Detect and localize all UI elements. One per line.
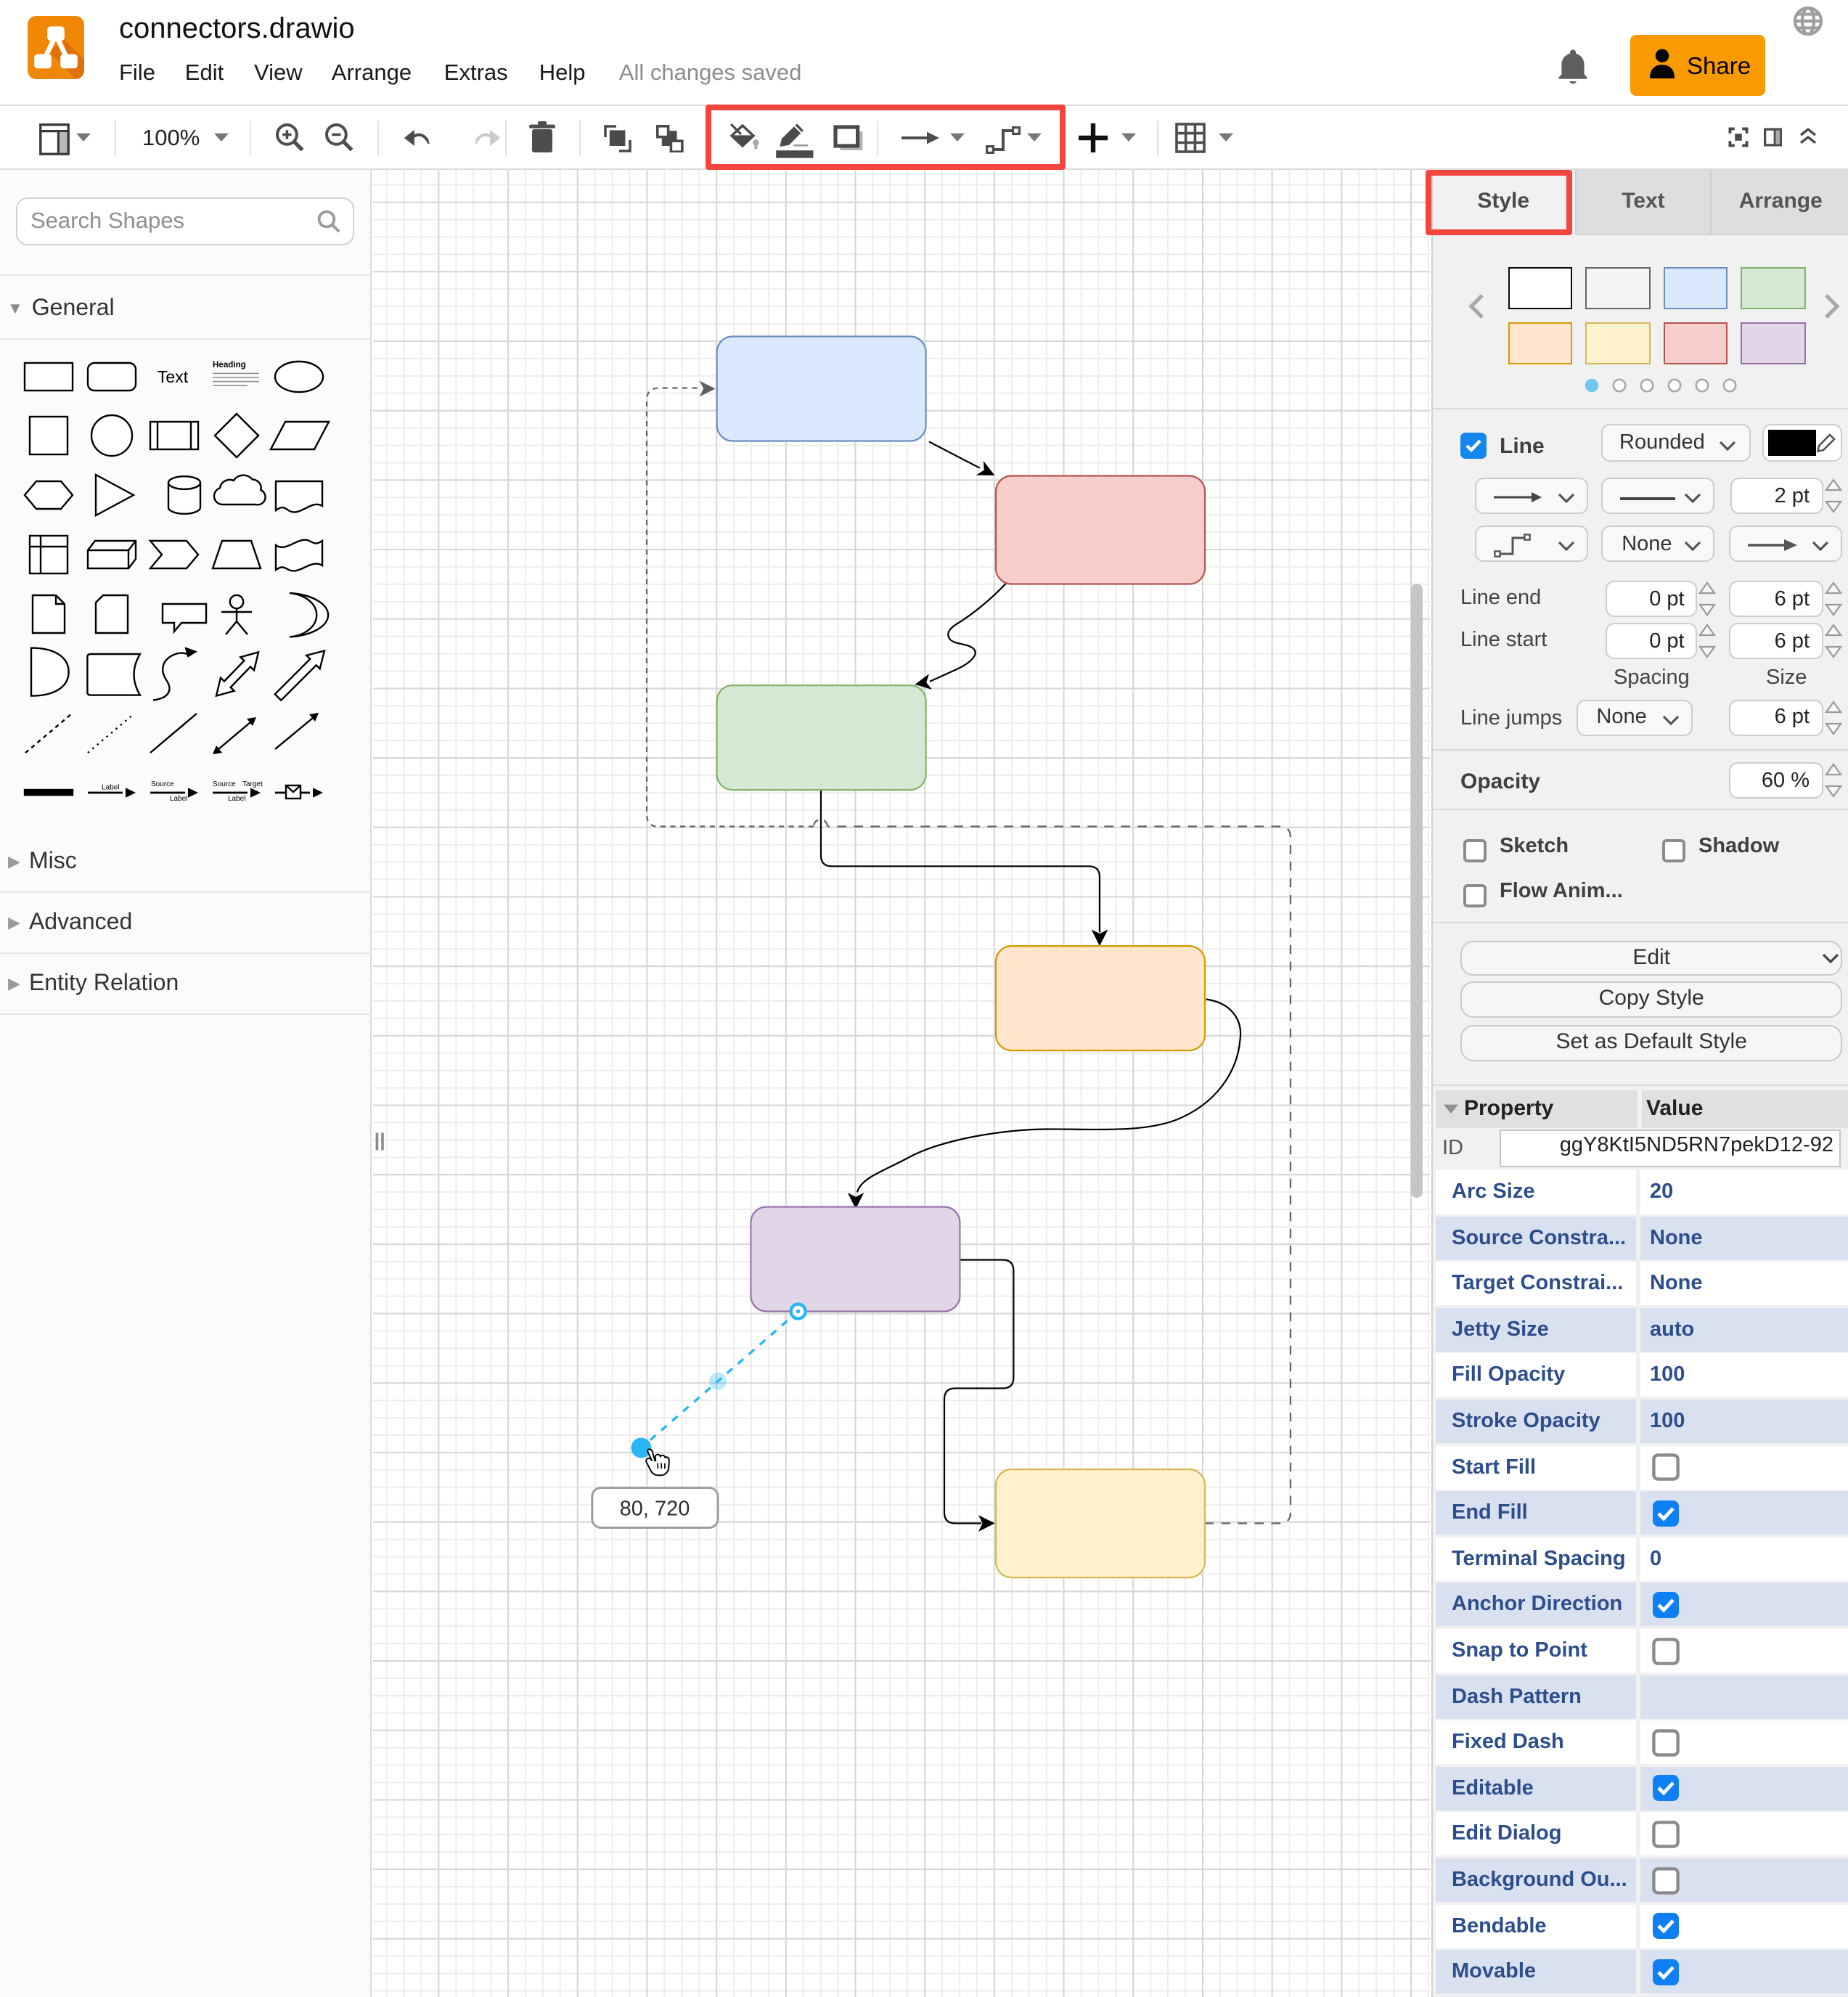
svg-text:Heading: Heading — [213, 361, 246, 370]
svg-text:Source: Source — [213, 781, 236, 789]
svg-text:80, 720: 80, 720 — [619, 1498, 690, 1521]
svg-text:Text: Text — [158, 368, 189, 387]
svg-text:Label: Label — [170, 796, 187, 804]
svg-text:Source: Source — [151, 781, 174, 789]
svg-text:Label: Label — [228, 796, 245, 804]
svg-text:Label: Label — [102, 784, 119, 792]
svg-text:Target: Target — [242, 781, 263, 789]
